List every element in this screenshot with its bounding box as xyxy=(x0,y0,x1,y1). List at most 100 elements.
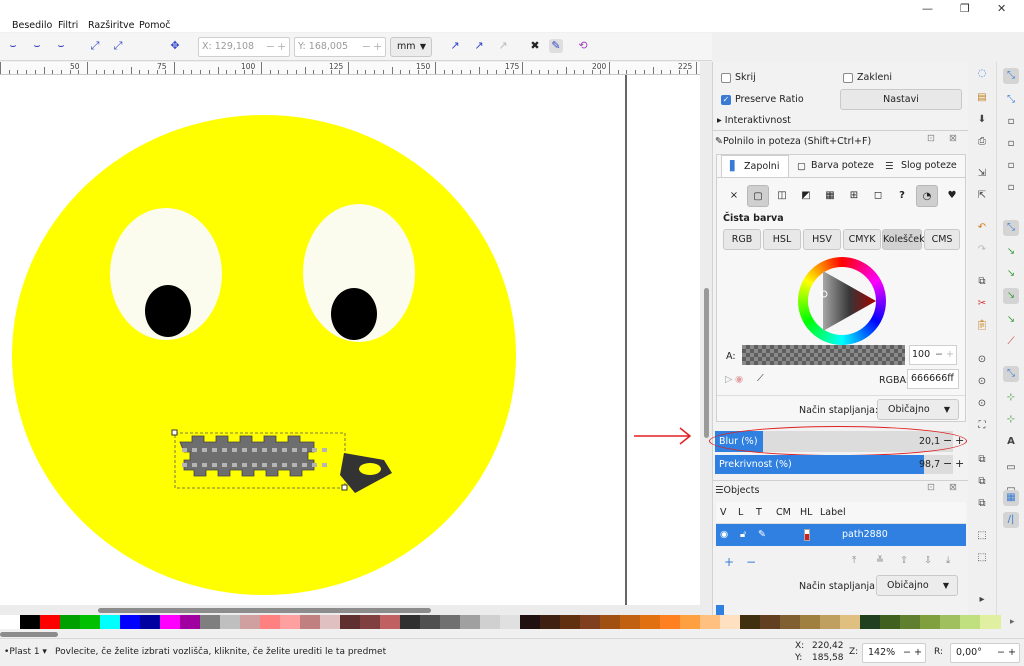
mode-hsv-button[interactable]: HSV xyxy=(803,229,841,250)
snap-guide-icon[interactable]: /| xyxy=(1003,512,1019,528)
rgba-field[interactable]: 666666ff xyxy=(907,369,959,389)
canvas-vertical-scrollbar[interactable] xyxy=(700,62,712,615)
palette-swatch[interactable] xyxy=(500,615,521,629)
node-cusp-icon[interactable]: ⌣ xyxy=(6,39,20,53)
down-icon[interactable]: ⇩ xyxy=(924,555,932,566)
color-triangle[interactable] xyxy=(798,257,886,345)
import-icon[interactable]: ⇲ xyxy=(974,166,990,182)
close-panel-icon[interactable]: ⊠ xyxy=(949,482,957,493)
eyedropper-icon[interactable]: ⟋ xyxy=(757,373,764,384)
more-commands-icon[interactable]: ▸ xyxy=(974,592,990,608)
palette-swatch[interactable] xyxy=(20,615,41,629)
rotation-field[interactable]: 0,00° − + xyxy=(950,643,1020,663)
palette-swatch[interactable] xyxy=(680,615,701,629)
mode-rgb-button[interactable]: RGB xyxy=(723,229,761,250)
snap-bbox-icon[interactable]: ⤡ xyxy=(1003,92,1019,108)
menu-razsiritve[interactable]: Razširitve xyxy=(88,20,135,31)
close-panel-icon[interactable]: ⊠ xyxy=(949,133,957,144)
snap-cusp-icon[interactable]: ↘ xyxy=(1003,288,1019,304)
snap-text-baseline-icon[interactable]: A xyxy=(1003,434,1019,450)
copy-icon[interactable]: ⧉ xyxy=(974,274,990,290)
show-path-direction-icon[interactable]: ⟲ xyxy=(576,39,590,53)
lock-icon[interactable]: 🔓︎ xyxy=(740,529,746,540)
interactivity-expander[interactable]: ▸ Interaktivnost xyxy=(717,115,791,126)
y-coordinate-field[interactable]: Y: 168,005 −+ xyxy=(294,37,386,57)
object-label[interactable]: path2880 xyxy=(842,529,888,540)
palette-swatch[interactable] xyxy=(860,615,881,629)
show-handles-icon[interactable]: ✎ xyxy=(549,39,563,53)
object-to-path-icon[interactable]: ✥ xyxy=(168,39,182,53)
add-object-icon[interactable]: + xyxy=(724,555,734,569)
palette-swatch[interactable] xyxy=(80,615,101,629)
palette-scrollbar[interactable] xyxy=(0,631,1000,638)
palette-swatch[interactable] xyxy=(280,615,301,629)
eye-icon[interactable]: ◉ xyxy=(720,529,728,540)
canvas-horizontal-scrollbar[interactable] xyxy=(0,605,700,615)
open-icon[interactable]: ▤ xyxy=(974,90,990,106)
set-button[interactable]: Nastavi xyxy=(840,89,962,110)
panel-menu-icon[interactable]: ⊡ xyxy=(927,482,935,493)
save-icon[interactable]: ⬇ xyxy=(974,112,990,128)
opacity-decrement-button[interactable]: − xyxy=(943,457,952,470)
close-window-button[interactable]: ✕ xyxy=(997,2,1006,15)
lock-checkbox[interactable] xyxy=(843,73,853,83)
palette-swatch[interactable] xyxy=(380,615,401,629)
x-coordinate-field[interactable]: X: 129,108 −+ xyxy=(198,37,290,57)
palette-scroll-right-icon[interactable]: ▸ xyxy=(1010,617,1015,627)
segment-line-icon[interactable]: ⤢ xyxy=(88,39,102,53)
opacity-slider[interactable]: Prekrivnost (%) 98,7 xyxy=(715,455,953,474)
palette-swatch[interactable] xyxy=(460,615,481,629)
blend-mode-dropdown[interactable]: Običajno ▼ xyxy=(877,399,959,420)
snap-toggle-icon[interactable]: ⤡ xyxy=(1003,68,1019,84)
swatch-icon[interactable]: ◻ xyxy=(867,185,889,207)
snap-midpoint-icon[interactable]: ⟋ xyxy=(1003,334,1019,350)
snap-grid-icon[interactable]: ▦ xyxy=(1003,490,1019,506)
palette-swatch[interactable] xyxy=(660,615,681,629)
col-type[interactable]: T xyxy=(756,507,762,518)
mode-cmyk-button[interactable]: CMYK xyxy=(843,229,881,250)
paste-icon[interactable]: 📋︎ xyxy=(974,318,990,334)
group-icon[interactable]: ⬚ xyxy=(974,528,990,544)
col-clip-mask[interactable]: CM xyxy=(776,507,791,518)
palette-swatch[interactable] xyxy=(720,615,741,629)
print-icon[interactable]: ⎙ xyxy=(974,134,990,150)
redo-icon[interactable]: ↷ xyxy=(974,242,990,258)
rotation-stepper-icon[interactable]: − + xyxy=(997,644,1016,662)
zoom-stepper-icon[interactable]: − + xyxy=(903,644,922,662)
snap-intersection-icon[interactable]: ↘ xyxy=(1003,266,1019,282)
panel-menu-icon[interactable]: ⊡ xyxy=(927,133,935,144)
palette-swatch[interactable] xyxy=(780,615,801,629)
unset-paint-icon[interactable]: ? xyxy=(891,185,913,207)
palette-swatch[interactable] xyxy=(300,615,321,629)
snap-center-icon[interactable]: ⊹ xyxy=(1003,390,1019,406)
node-smooth-icon[interactable]: ⌣ xyxy=(30,39,44,53)
x-stepper-icon[interactable]: −+ xyxy=(265,38,289,56)
palette-swatch[interactable] xyxy=(120,615,141,629)
alpha-spinbox[interactable]: 100 − + xyxy=(909,345,957,365)
palette-swatch[interactable] xyxy=(560,615,581,629)
segment-curve-icon[interactable]: ⤢ xyxy=(111,39,125,53)
alpha-slider[interactable] xyxy=(742,345,905,365)
y-stepper-icon[interactable]: −+ xyxy=(361,38,385,56)
maximize-button[interactable]: ❐ xyxy=(960,2,970,15)
zoom-field[interactable]: 142% − + xyxy=(862,643,926,663)
highlight-color-icon[interactable] xyxy=(804,529,810,541)
palette-swatch[interactable] xyxy=(160,615,181,629)
palette-swatch[interactable] xyxy=(360,615,381,629)
palette-swatch[interactable] xyxy=(0,615,21,629)
palette-swatch[interactable] xyxy=(820,615,841,629)
raise-to-top-icon[interactable]: ⤒ xyxy=(852,555,856,566)
mode-wheel-button[interactable]: Kolešček xyxy=(882,229,925,250)
palette-swatch[interactable] xyxy=(960,615,981,629)
clone-icon[interactable]: ⧉ xyxy=(974,474,990,490)
cut-icon[interactable]: ✂ xyxy=(974,296,990,312)
show-path-outline-icon[interactable]: ↗ xyxy=(448,39,462,53)
scroll-thumb[interactable] xyxy=(704,288,709,438)
palette-swatch[interactable] xyxy=(760,615,781,629)
undo-icon[interactable]: ↶ xyxy=(974,220,990,236)
raise-icon[interactable]: ≚ xyxy=(876,555,884,566)
pattern-icon[interactable]: ⊞ xyxy=(843,185,865,207)
palette-swatch[interactable] xyxy=(700,615,721,629)
ungroup-icon[interactable]: ⬚ xyxy=(974,550,990,566)
zoom-page-icon[interactable]: ⊙ xyxy=(974,396,990,412)
